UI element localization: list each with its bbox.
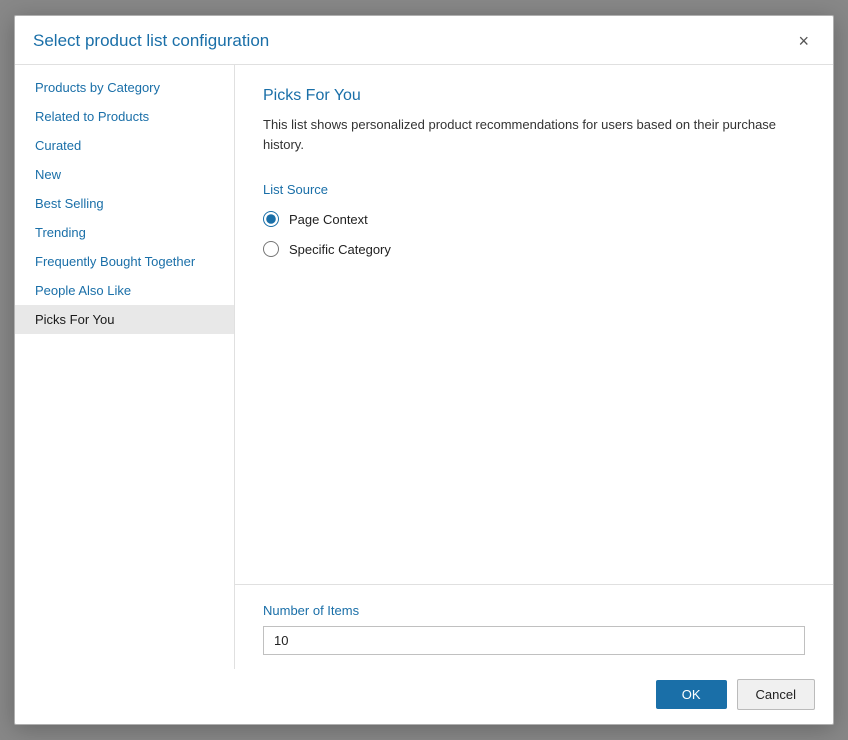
cancel-button[interactable]: Cancel [737, 679, 815, 710]
sidebar-item-picks-for-you[interactable]: Picks For You [15, 305, 234, 334]
number-of-items-label: Number of Items [263, 603, 805, 618]
radio-specific-category[interactable]: Specific Category [263, 241, 805, 257]
sidebar: Products by Category Related to Products… [15, 65, 235, 669]
main-top: Picks For You This list shows personaliz… [235, 65, 833, 584]
radio-specific-category-input[interactable] [263, 241, 279, 257]
sidebar-item-related-to-products[interactable]: Related to Products [15, 102, 234, 131]
dialog-footer: OK Cancel [15, 669, 833, 724]
sidebar-item-people-also-like[interactable]: People Also Like [15, 276, 234, 305]
radio-specific-category-label: Specific Category [289, 242, 391, 257]
dialog-title: Select product list configuration [33, 31, 269, 51]
dialog-body: Products by Category Related to Products… [15, 64, 833, 669]
section-description: This list shows personalized product rec… [263, 115, 805, 154]
sidebar-item-curated[interactable]: Curated [15, 131, 234, 160]
section-title: Picks For You [263, 87, 805, 105]
ok-button[interactable]: OK [656, 680, 727, 709]
number-of-items-input[interactable] [263, 626, 805, 655]
list-source-label: List Source [263, 182, 805, 197]
sidebar-item-trending[interactable]: Trending [15, 218, 234, 247]
sidebar-item-new[interactable]: New [15, 160, 234, 189]
dialog: Select product list configuration × Prod… [14, 15, 834, 725]
sidebar-item-frequently-bought-together[interactable]: Frequently Bought Together [15, 247, 234, 276]
sidebar-item-best-selling[interactable]: Best Selling [15, 189, 234, 218]
sidebar-item-products-by-category[interactable]: Products by Category [15, 73, 234, 102]
radio-page-context-label: Page Context [289, 212, 368, 227]
close-button[interactable]: × [792, 30, 815, 52]
radio-group: Page Context Specific Category [263, 211, 805, 257]
radio-page-context-input[interactable] [263, 211, 279, 227]
main-bottom: Number of Items [235, 584, 833, 669]
radio-page-context[interactable]: Page Context [263, 211, 805, 227]
title-bar: Select product list configuration × [15, 16, 833, 64]
main-content: Picks For You This list shows personaliz… [235, 65, 833, 669]
